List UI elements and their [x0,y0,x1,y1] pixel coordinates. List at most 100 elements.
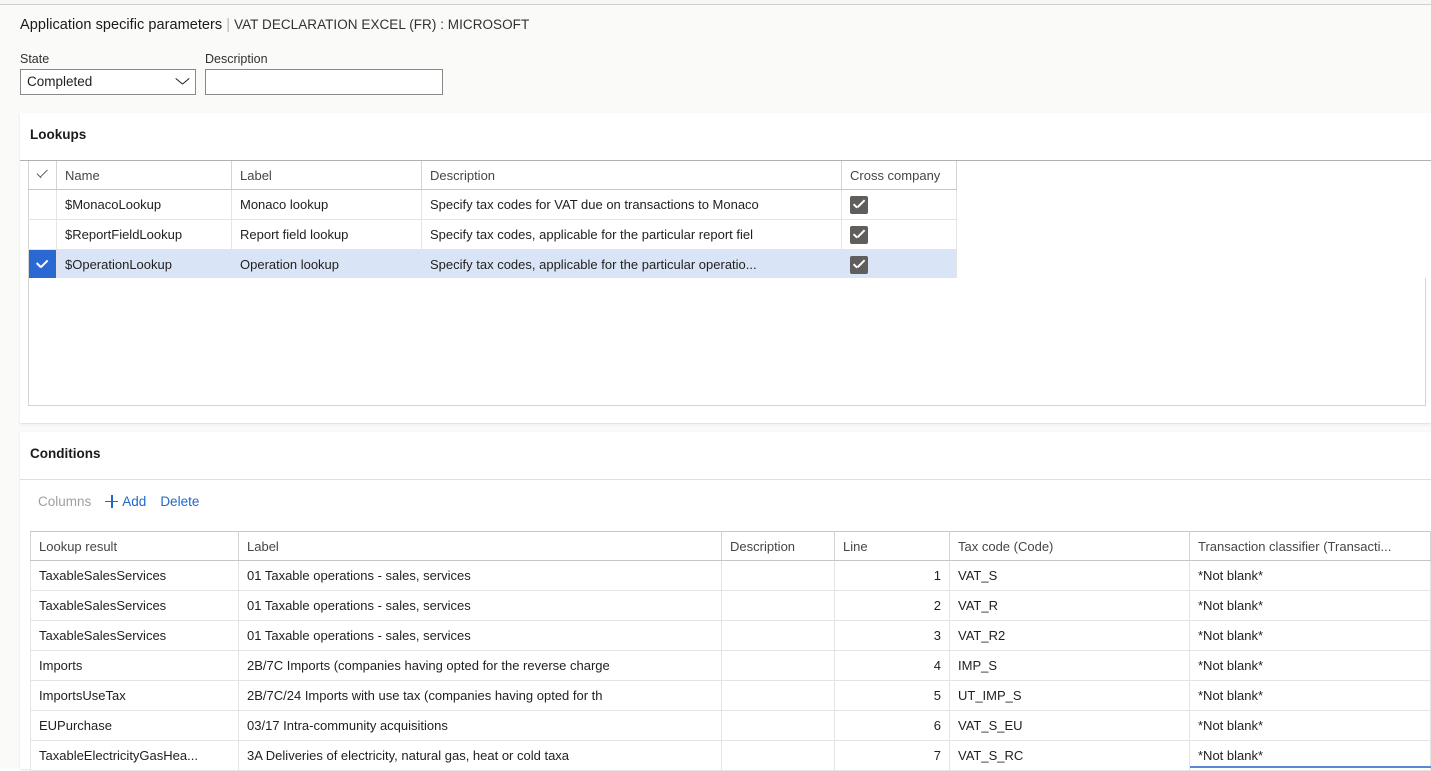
lookups-select-all-header[interactable] [28,161,57,190]
cell-lookup-result[interactable]: TaxableSalesServices [30,620,239,651]
cell-description[interactable] [721,680,835,711]
table-row[interactable]: ImportsUseTax 2B/7C/24 Imports with use … [30,680,1431,711]
conditions-header-divider [20,479,1431,480]
cell-label[interactable]: 2B/7C Imports (companies having opted fo… [238,650,722,681]
cell-transaction-classifier[interactable]: *Not blank* [1189,590,1431,621]
cell-tax-code[interactable]: VAT_R2 [949,620,1190,651]
cell-description[interactable] [721,560,835,591]
lookups-col-name[interactable]: Name [56,161,232,190]
cell-label[interactable]: 2B/7C/24 Imports with use tax (companies… [238,680,722,711]
table-row[interactable]: EUPurchase 03/17 Intra-community acquisi… [30,710,1431,741]
cell-transaction-classifier[interactable]: *Not blank* [1189,680,1431,711]
cell-line[interactable]: 3 [834,620,950,651]
cell-line[interactable]: 1 [834,560,950,591]
cell-transaction-classifier[interactable]: *Not blank* [1189,620,1431,651]
cell-cross-company[interactable] [841,189,957,220]
cell-tax-code[interactable]: VAT_S_EU [949,710,1190,741]
cell-transaction-classifier[interactable]: *Not blank* [1189,710,1431,741]
cell-lookup-result[interactable]: TaxableSalesServices [30,590,239,621]
cell-lookup-result[interactable]: ImportsUseTax [30,680,239,711]
state-select-value: Completed [27,74,93,89]
cell-label[interactable]: 01 Taxable operations - sales, services [238,590,722,621]
cell-description[interactable] [721,650,835,681]
table-row[interactable]: Imports 2B/7C Imports (companies having … [30,650,1431,681]
row-select-cell[interactable] [28,249,57,280]
breadcrumb: Application specific parameters | VAT DECL… [20,17,529,33]
conditions-col-transaction-classifier[interactable]: Transaction classifier (Transacti... [1189,531,1431,561]
cell-description[interactable] [721,620,835,651]
lookups-col-description[interactable]: Description [421,161,842,190]
table-row[interactable]: TaxableSalesServices 01 Taxable operatio… [30,620,1431,651]
cell-description[interactable] [721,590,835,621]
breadcrumb-separator: | [226,17,231,33]
description-field: Description [205,52,443,95]
cell-line[interactable]: 6 [834,710,950,741]
conditions-body: TaxableSalesServices 01 Taxable operatio… [30,560,1431,771]
focused-cell-underline [1190,766,1431,768]
lookups-header-row: Name Label Description Cross company [28,161,957,190]
cell-tax-code[interactable]: VAT_R [949,590,1190,621]
cell-tax-code[interactable]: VAT_S [949,560,1190,591]
table-row[interactable]: $MonacoLookup Monaco lookup Specify tax … [28,189,957,220]
cell-line[interactable]: 5 [834,680,950,711]
cell-label[interactable]: Report field lookup [231,219,422,250]
lookups-col-cross-company[interactable]: Cross company [841,161,957,190]
cell-line[interactable]: 4 [834,650,950,681]
cell-name[interactable]: $ReportFieldLookup [56,219,232,250]
checkbox-checked-icon[interactable] [850,225,868,244]
cell-label[interactable]: 03/17 Intra-community acquisitions [238,710,722,741]
checkbox-checked-icon[interactable] [850,255,868,274]
cell-description[interactable] [721,710,835,741]
cell-lookup-result[interactable]: TaxableSalesServices [30,560,239,591]
lookups-table: Name Label Description Cross company $Mo… [28,161,957,280]
state-select[interactable]: Completed [20,69,196,95]
lookups-section: Lookups Name Label Description Cross com… [20,113,1431,423]
cell-transaction-classifier[interactable]: *Not blank* [1189,650,1431,681]
cell-cross-company[interactable] [841,249,957,280]
cell-label[interactable]: 3A Deliveries of electricity, natural ga… [238,740,722,771]
conditions-col-label[interactable]: Label [238,531,722,561]
conditions-col-tax-code[interactable]: Tax code (Code) [949,531,1190,561]
cell-transaction-classifier[interactable]: *Not blank* [1189,560,1431,591]
cell-label[interactable]: Monaco lookup [231,189,422,220]
checkbox-checked-icon[interactable] [850,195,868,214]
cell-label[interactable]: Operation lookup [231,249,422,280]
add-button[interactable]: Add [105,494,146,509]
cell-line[interactable]: 2 [834,590,950,621]
conditions-col-description[interactable]: Description [721,531,835,561]
cell-description[interactable]: Specify tax codes, applicable for the pa… [421,249,842,280]
cell-tax-code[interactable]: VAT_S_RC [949,740,1190,771]
table-row[interactable]: TaxableSalesServices 01 Taxable operatio… [30,590,1431,621]
delete-button[interactable]: Delete [160,494,199,509]
delete-button-label: Delete [160,494,200,509]
cell-cross-company[interactable] [841,219,957,250]
cell-name[interactable]: $MonacoLookup [56,189,232,220]
description-input[interactable] [205,69,443,95]
cell-tax-code[interactable]: UT_IMP_S [949,680,1190,711]
checkmark-icon [36,259,49,267]
conditions-title: Conditions [30,446,101,461]
cell-label[interactable]: 01 Taxable operations - sales, services [238,620,722,651]
row-select-cell[interactable] [28,189,57,220]
lookups-col-label[interactable]: Label [231,161,422,190]
cell-description[interactable]: Specify tax codes for VAT due on transac… [421,189,842,220]
cell-lookup-result[interactable]: EUPurchase [30,710,239,741]
cell-name[interactable]: $OperationLookup [56,249,232,280]
breadcrumb-main[interactable]: Application specific parameters [20,17,222,33]
conditions-header-row: Lookup result Label Description Line Tax… [30,531,1431,561]
add-button-label: Add [122,494,147,509]
cell-description[interactable]: Specify tax codes, applicable for the pa… [421,219,842,250]
table-row[interactable]: TaxableSalesServices 01 Taxable operatio… [30,560,1431,591]
cell-lookup-result[interactable]: Imports [30,650,239,681]
cell-line[interactable]: 7 [834,740,950,771]
conditions-col-lookup-result[interactable]: Lookup result [30,531,239,561]
table-row-selected[interactable]: $OperationLookup Operation lookup Specif… [28,249,957,280]
conditions-col-line[interactable]: Line [834,531,950,561]
cell-tax-code[interactable]: IMP_S [949,650,1190,681]
cell-label[interactable]: 01 Taxable operations - sales, services [238,560,722,591]
row-select-cell[interactable] [28,219,57,250]
table-row[interactable]: $ReportFieldLookup Report field lookup S… [28,219,957,250]
cell-description[interactable] [721,740,835,771]
state-field: State Completed [20,52,196,95]
cell-lookup-result[interactable]: TaxableElectricityGasHea... [30,740,239,771]
